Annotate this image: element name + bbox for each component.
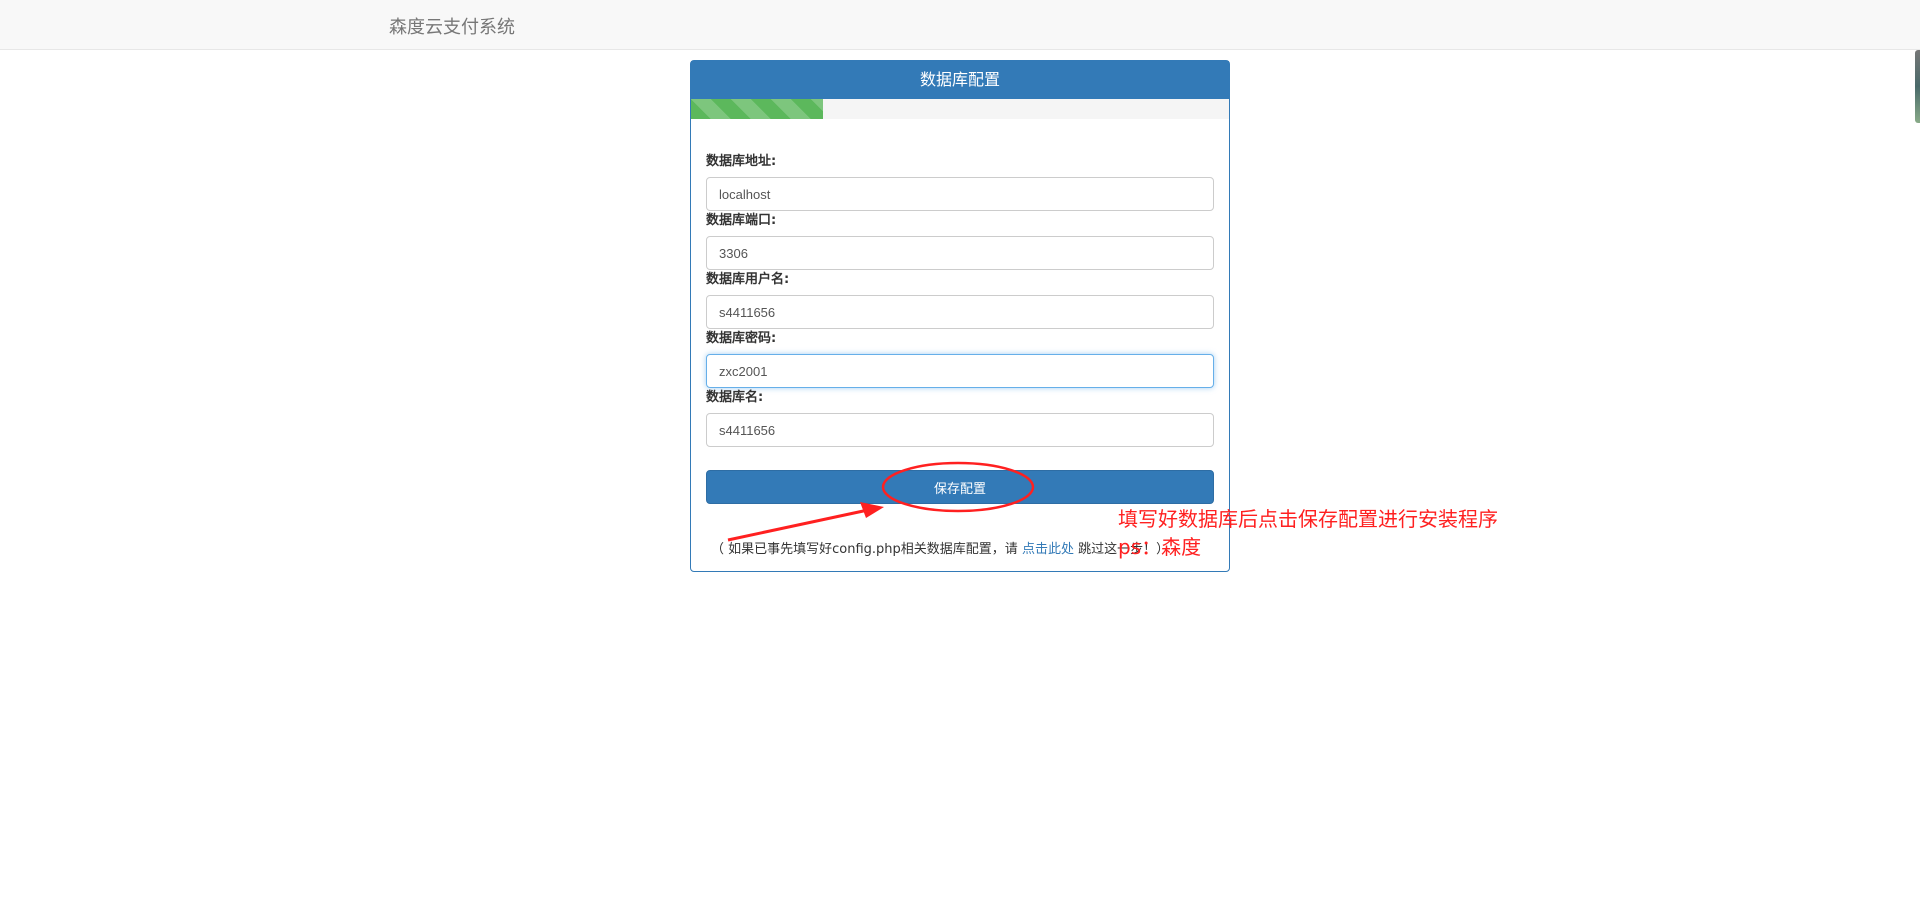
db-port-group: 数据库端口: [706, 212, 1214, 271]
db-password-group: 数据库密码: [706, 330, 1214, 389]
db-user-label: 数据库用户名: [706, 272, 790, 287]
top-navbar: 森度云支付系统 [0, 0, 1920, 50]
save-config-button[interactable]: 保存配置 [706, 470, 1214, 504]
db-name-label: 数据库名: [706, 390, 764, 405]
db-name-group: 数据库名: [706, 389, 1214, 448]
skip-link[interactable]: 点击此处 [1022, 542, 1074, 557]
skip-note: （ 如果已事先填写好config.php相关数据库配置，请 点击此处 跳过这一步… [711, 538, 1169, 557]
db-password-label: 数据库密码: [706, 331, 777, 346]
db-password-input[interactable] [706, 354, 1214, 388]
db-config-form: 数据库地址: 数据库端口: 数据库用户名: 数据库密码: 数据库名: [706, 153, 1214, 448]
db-user-group: 数据库用户名: [706, 271, 1214, 330]
db-port-input[interactable] [706, 236, 1214, 270]
annotation-text-instruction: 填写好数据库后点击保存配置进行安装程序 [1118, 507, 1498, 531]
db-host-group: 数据库地址: [706, 153, 1214, 212]
db-user-input[interactable] [706, 295, 1214, 329]
brand-link[interactable]: 森度云支付系统 [389, 13, 515, 39]
side-thumbnail-handle[interactable] [1915, 50, 1920, 123]
install-progress [691, 99, 1229, 119]
skip-note-prefix: （ 如果已事先填写好config.php相关数据库配置，请 [711, 542, 1018, 557]
database-config-panel: 数据库配置 数据库地址: 数据库端口: 数据库用户名: 数据库密码: 数据库名:… [690, 60, 1230, 572]
progress-bar-fill [691, 99, 823, 119]
panel-title: 数据库配置 [691, 61, 1229, 100]
db-host-input[interactable] [706, 177, 1214, 211]
db-host-label: 数据库地址: [706, 154, 777, 169]
db-port-label: 数据库端口: [706, 213, 777, 228]
db-name-input[interactable] [706, 413, 1214, 447]
annotation-text-signature: ps：森度 [1118, 535, 1202, 559]
